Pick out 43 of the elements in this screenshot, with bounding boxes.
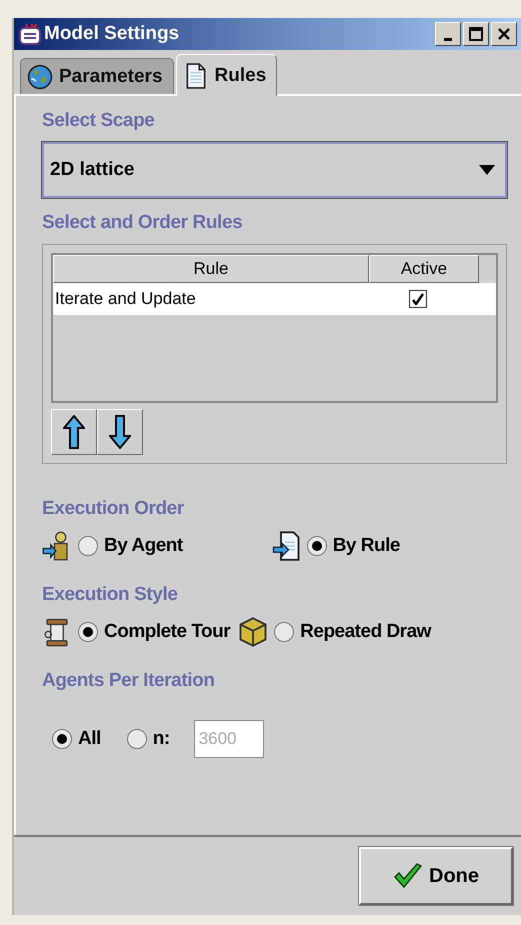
section-heading: Select and Order Rules bbox=[42, 212, 244, 234]
section-heading: Select Scape bbox=[42, 110, 156, 132]
table-row[interactable]: Iterate and Update bbox=[53, 283, 496, 315]
section-heading: Agents Per Iteration bbox=[42, 670, 216, 692]
caret-icon bbox=[479, 165, 495, 175]
window-title: Model Settings bbox=[44, 23, 180, 45]
option-label[interactable]: By Rule bbox=[332, 535, 400, 557]
minimize-button[interactable] bbox=[435, 22, 461, 46]
tab[interactable]: Parameters bbox=[20, 58, 174, 94]
globe-icon bbox=[27, 64, 53, 90]
radio-button[interactable] bbox=[52, 729, 72, 749]
table-cell-text: Iterate and Update bbox=[54, 289, 197, 309]
app-icon bbox=[18, 22, 42, 46]
minimize-icon bbox=[444, 38, 452, 40]
radio-button[interactable] bbox=[78, 622, 98, 642]
radio-button[interactable] bbox=[306, 536, 327, 556]
close-button[interactable] bbox=[491, 22, 517, 46]
column-header: Active bbox=[369, 255, 479, 283]
option-label[interactable]: All bbox=[78, 728, 101, 750]
down-arrow-icon bbox=[109, 415, 131, 449]
option-label[interactable]: n: bbox=[152, 728, 170, 750]
scape-dropdown[interactable]: 2D lattice bbox=[42, 142, 507, 198]
maximize-button[interactable] bbox=[463, 22, 489, 46]
radio-button[interactable] bbox=[78, 536, 98, 556]
section-heading: Execution Style bbox=[42, 584, 178, 606]
option-label[interactable]: Complete Tour bbox=[104, 621, 230, 643]
column-header: Rule bbox=[53, 255, 369, 283]
maximize-icon bbox=[468, 26, 484, 42]
move-up-button[interactable] bbox=[51, 409, 97, 455]
option-label[interactable]: By Agent bbox=[104, 535, 183, 557]
close-icon bbox=[497, 27, 511, 41]
option-label[interactable]: Repeated Draw bbox=[300, 621, 431, 643]
radio-button[interactable] bbox=[274, 622, 294, 642]
move-down-button[interactable] bbox=[97, 409, 143, 455]
radio-button[interactable] bbox=[126, 729, 147, 749]
checkmark-icon bbox=[393, 863, 423, 889]
up-arrow-icon bbox=[63, 415, 85, 449]
checkbox[interactable] bbox=[409, 290, 427, 308]
box-icon bbox=[238, 616, 268, 648]
tab[interactable]: Rules bbox=[176, 54, 278, 96]
done-button[interactable]: Done bbox=[359, 847, 513, 905]
section-heading: Execution Order bbox=[42, 498, 185, 520]
docarrow-icon bbox=[270, 530, 301, 562]
